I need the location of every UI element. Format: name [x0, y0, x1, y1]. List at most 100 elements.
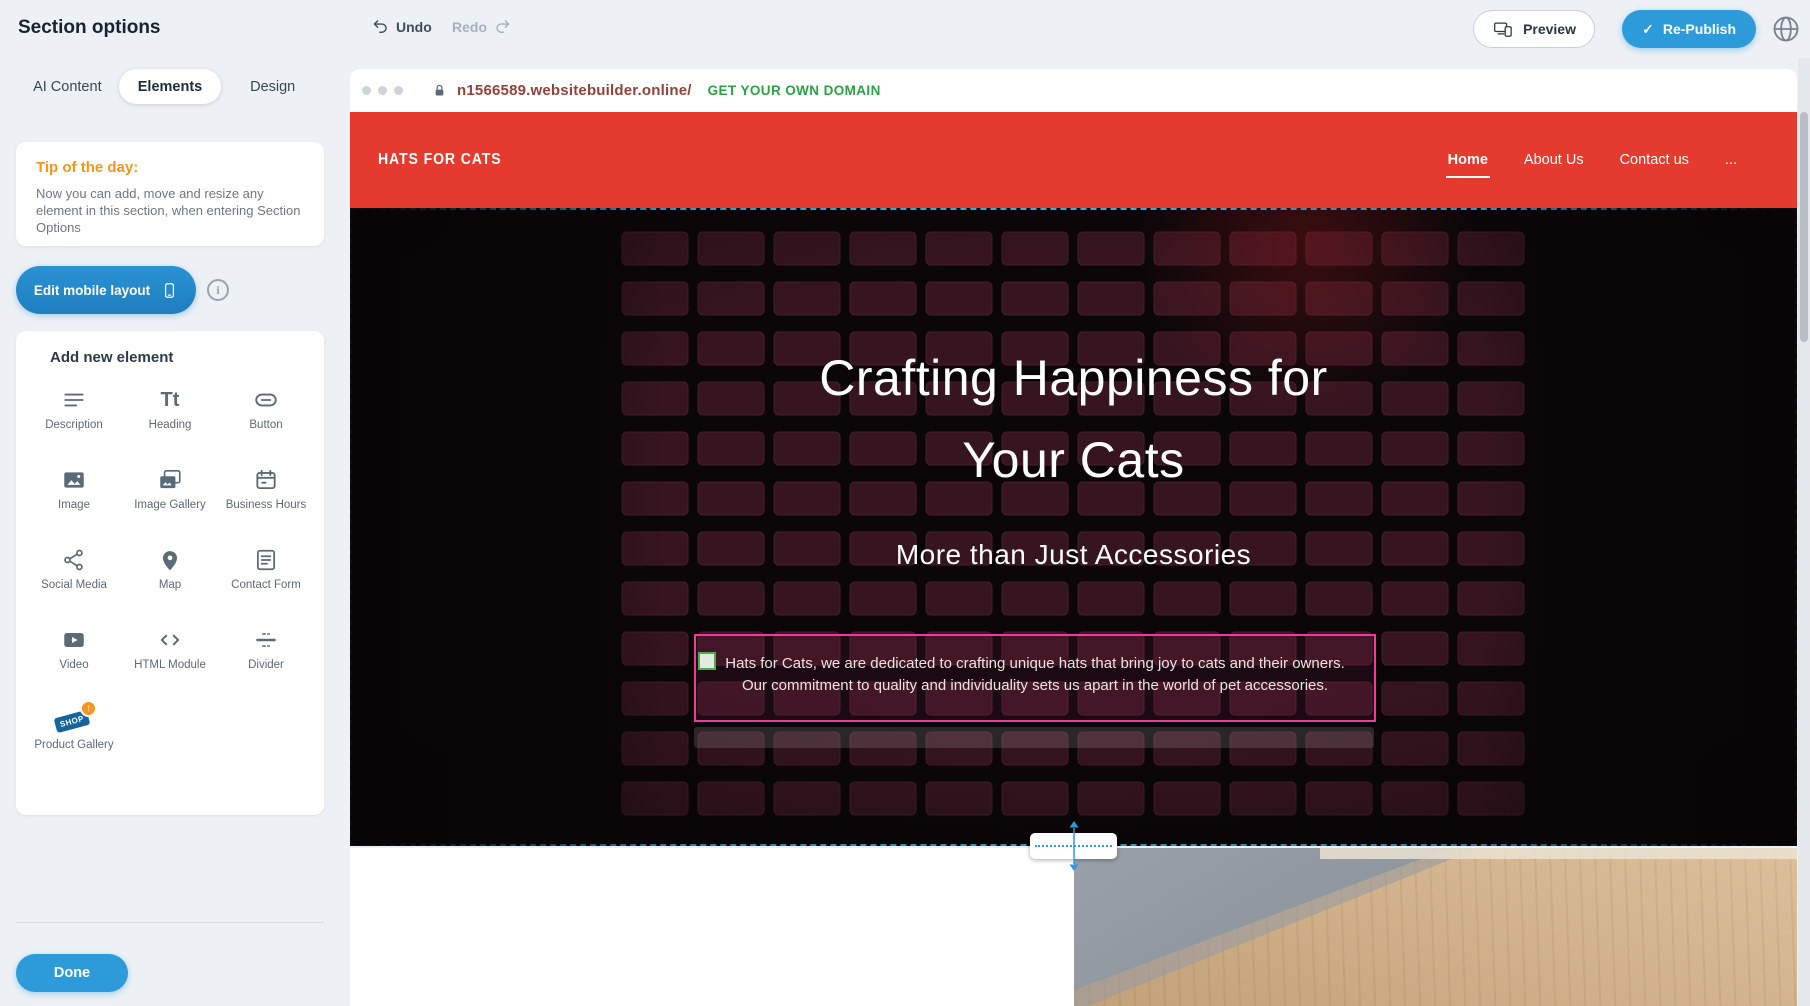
heading-icon: Tt [161, 386, 180, 414]
language-globe-icon[interactable] [1770, 13, 1802, 45]
element-label: Business Hours [226, 499, 307, 512]
element-label: Divider [248, 659, 284, 672]
next-section-white-area [350, 848, 1074, 1006]
get-domain-link[interactable]: GET YOUR OWN DOMAIN [708, 83, 881, 98]
edit-mobile-label: Edit mobile layout [34, 283, 150, 298]
element-label: Image Gallery [134, 499, 206, 512]
redo-label: Redo [452, 19, 487, 35]
hero-paragraph-line2: Our commitment to quality and individual… [742, 675, 1328, 697]
element-label: Button [249, 419, 282, 432]
hero-subheading[interactable]: More than Just Accessories [350, 538, 1797, 572]
republish-button[interactable]: ✓ Re-Publish [1622, 10, 1756, 48]
canvas-scrollbar-thumb[interactable] [1800, 112, 1808, 342]
element-image-gallery[interactable]: Image Gallery [122, 458, 218, 538]
description-icon [61, 386, 87, 414]
tab-design[interactable]: Design [221, 69, 324, 104]
business-hours-icon [253, 466, 279, 494]
window-dot [362, 86, 371, 95]
divider-icon [253, 626, 279, 654]
nav-about-us[interactable]: About Us [1524, 152, 1584, 168]
browser-chrome-bar: n1566589.websitebuilder.online/ GET YOUR… [350, 69, 1797, 112]
element-description[interactable]: Description [26, 378, 122, 458]
nav-more[interactable]: ... [1725, 152, 1737, 168]
preview-button[interactable]: Preview [1473, 10, 1595, 48]
video-icon [61, 626, 87, 654]
undo-label: Undo [396, 19, 432, 35]
tab-ai-content[interactable]: AI Content [16, 69, 119, 104]
ghost-element-bar [694, 727, 1374, 748]
phone-icon [161, 282, 178, 299]
resize-arrows-icon [1068, 820, 1080, 872]
upgrade-badge-icon: ↑ [80, 700, 97, 717]
add-new-element-panel: Add new element Description Tt Heading B… [16, 331, 324, 815]
element-label: Product Gallery [34, 739, 113, 752]
republish-label: Re-Publish [1663, 21, 1736, 37]
redo-button[interactable]: Redo [452, 18, 511, 35]
tip-of-the-day-card: Tip of the day: Now you can add, move an… [16, 142, 324, 246]
nav-home[interactable]: Home [1448, 152, 1488, 168]
hero-paragraph-line1: Hats for Cats, we are dedicated to craft… [725, 653, 1345, 675]
element-divider[interactable]: Divider [218, 618, 314, 698]
next-section-photo[interactable] [1074, 848, 1797, 1006]
window-dot [394, 86, 403, 95]
tip-body: Now you can add, move and resize any ele… [36, 185, 304, 236]
element-html-module[interactable]: HTML Module [122, 618, 218, 698]
tip-title: Tip of the day: [36, 159, 304, 176]
resize-handle-green[interactable] [698, 652, 716, 670]
element-map[interactable]: Map [122, 538, 218, 618]
hero-heading-line1: Crafting Happiness for [350, 337, 1797, 419]
add-element-title: Add new element [50, 349, 314, 366]
product-gallery-icon: SHOP ↑ [52, 706, 96, 734]
map-pin-icon [157, 546, 183, 574]
page-title: Section options [18, 17, 161, 39]
element-grid: Description Tt Heading Button Image [26, 378, 314, 778]
redo-icon [494, 18, 511, 35]
element-label: Social Media [41, 579, 107, 592]
element-video[interactable]: Video [26, 618, 122, 698]
sidebar-tabs: AI Content Elements Design [16, 69, 324, 104]
element-label: HTML Module [134, 659, 206, 672]
image-gallery-icon [157, 466, 183, 494]
canvas-scrollbar-track [1798, 58, 1810, 1006]
element-label: Video [59, 659, 88, 672]
top-bar: Section options Undo Redo Preview ✓ Re [0, 0, 1810, 58]
element-business-hours[interactable]: Business Hours [218, 458, 314, 538]
undo-icon [372, 18, 389, 35]
section-resize-handle[interactable] [1030, 820, 1117, 872]
code-icon [157, 626, 183, 654]
element-social-media[interactable]: Social Media [26, 538, 122, 618]
hero-paragraph-selected[interactable]: Hats for Cats, we are dedicated to craft… [694, 634, 1376, 722]
window-dot [378, 86, 387, 95]
photo-top-light-band [1320, 848, 1797, 859]
nav-contact-us[interactable]: Contact us [1620, 152, 1689, 168]
check-icon: ✓ [1642, 21, 1654, 38]
done-button[interactable]: Done [16, 954, 128, 992]
element-contact-form[interactable]: Contact Form [218, 538, 314, 618]
hero-heading-line2: Your Cats [350, 419, 1797, 501]
site-header[interactable]: HATS FOR CATS Home About Us Contact us .… [350, 112, 1797, 208]
contact-form-icon [253, 546, 279, 574]
site-url[interactable]: n1566589.websitebuilder.online/ [457, 82, 692, 99]
element-label: Image [58, 499, 90, 512]
edit-mobile-layout-button[interactable]: Edit mobile layout [16, 266, 196, 314]
element-label: Description [45, 419, 103, 432]
hero-section-selected[interactable]: Crafting Happiness for Your Cats More th… [350, 208, 1797, 846]
element-label: Map [159, 579, 181, 592]
element-heading[interactable]: Tt Heading [122, 378, 218, 458]
sidebar-divider [16, 922, 324, 923]
social-media-icon [61, 546, 87, 574]
element-image[interactable]: Image [26, 458, 122, 538]
hero-heading[interactable]: Crafting Happiness for Your Cats [350, 337, 1797, 501]
button-icon [253, 386, 279, 414]
devices-icon [1492, 20, 1514, 39]
image-icon [61, 466, 87, 494]
element-label: Heading [149, 419, 192, 432]
site-nav: Home About Us Contact us ... [1448, 112, 1737, 208]
element-product-gallery[interactable]: SHOP ↑ Product Gallery [26, 698, 122, 778]
info-icon[interactable]: i [207, 279, 229, 301]
site-logo[interactable]: HATS FOR CATS [378, 151, 502, 169]
lock-icon [432, 83, 447, 98]
undo-button[interactable]: Undo [372, 18, 432, 35]
tab-elements[interactable]: Elements [119, 69, 222, 104]
element-button[interactable]: Button [218, 378, 314, 458]
